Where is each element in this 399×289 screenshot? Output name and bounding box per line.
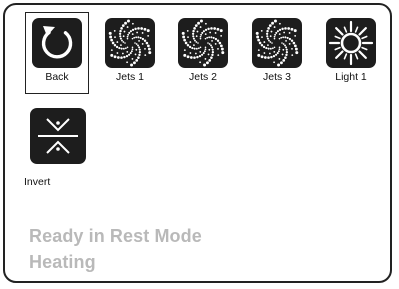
back-button[interactable]: Back — [25, 12, 89, 94]
jets-3-button[interactable]: Jets 3 — [246, 13, 308, 93]
light-sun-icon — [326, 18, 376, 68]
jets-icon — [252, 18, 302, 68]
invert-button[interactable]: Invert — [24, 104, 88, 188]
jets-2-button[interactable]: Jets 2 — [172, 13, 234, 93]
invert-label: Invert — [24, 176, 51, 188]
back-arrow-icon — [32, 18, 82, 68]
jets-icon — [178, 18, 228, 68]
jets-icon — [105, 18, 155, 68]
jets-2-label: Jets 2 — [188, 71, 217, 83]
light-1-label: Light 1 — [335, 71, 367, 83]
status-line-2: Heating — [29, 252, 96, 272]
light-1-button[interactable]: Light 1 — [320, 13, 382, 93]
jets-1-label: Jets 1 — [115, 71, 144, 83]
back-label: Back — [45, 71, 69, 83]
jets-1-button[interactable]: Jets 1 — [99, 13, 161, 93]
invert-icon — [30, 108, 86, 164]
status-line-1: Ready in Rest Mode — [29, 226, 202, 246]
jets-3-label: Jets 3 — [262, 71, 291, 83]
